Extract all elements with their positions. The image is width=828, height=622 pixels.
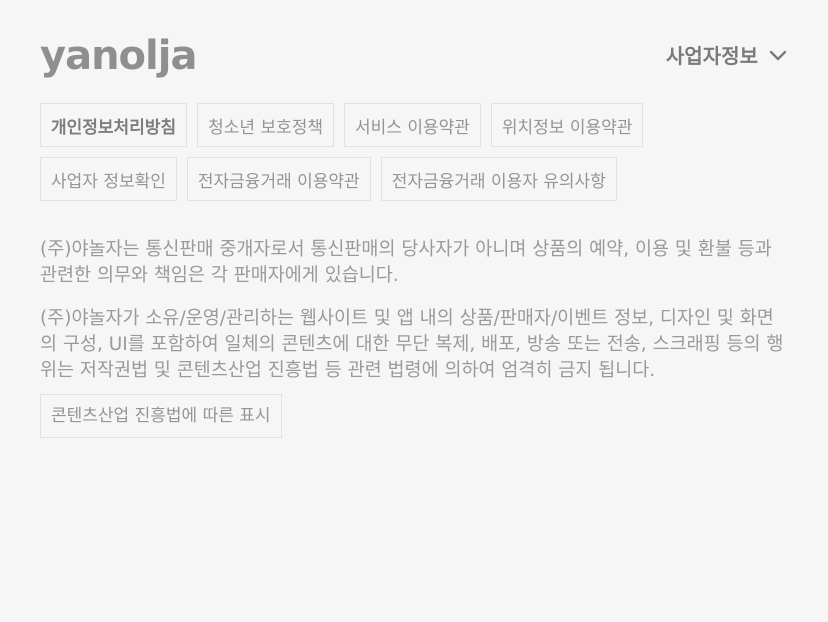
content-industry-notice-button[interactable]: 콘텐츠산업 진흥법에 따른 표시 (40, 394, 282, 438)
chevron-down-icon (768, 45, 788, 65)
youth-protection-link[interactable]: 청소년 보호정책 (197, 103, 335, 147)
e-finance-terms-link[interactable]: 전자금융거래 이용약관 (186, 157, 371, 201)
terms-of-service-link[interactable]: 서비스 이용약관 (344, 103, 481, 147)
privacy-policy-link[interactable]: 개인정보처리방침 (40, 103, 188, 147)
business-info-label: 사업자정보 (666, 44, 758, 68)
e-finance-notice-link[interactable]: 전자금융거래 이용자 유의사항 (380, 157, 617, 201)
intermediary-notice: (주)야놀자는 통신판매 중개자로서 통신판매의 당사자가 아니며 상품의 예약… (40, 239, 772, 286)
footer-links: 개인정보처리방침 청소년 보호정책 서비스 이용약관 위치정보 이용약관 사업자… (40, 103, 740, 201)
site-footer: yanolja 사업자정보 개인정보처리방침 청소년 보호정책 서비스 이용약관… (0, 0, 828, 622)
business-verification-link[interactable]: 사업자 정보확인 (40, 157, 177, 201)
footer-header: yanolja 사업자정보 (40, 0, 788, 100)
yanolja-logo[interactable]: yanolja (40, 36, 197, 76)
business-info-toggle[interactable]: 사업자정보 (666, 40, 788, 69)
location-terms-link[interactable]: 위치정보 이용약관 (490, 103, 644, 147)
legal-notice: (주)야놀자는 통신판매 중개자로서 통신판매의 당사자가 아니며 상품의 예약… (40, 237, 788, 438)
copyright-notice: (주)야놀자가 소유/운영/관리하는 웹사이트 및 앱 내의 상품/판매자/이벤… (40, 308, 784, 381)
